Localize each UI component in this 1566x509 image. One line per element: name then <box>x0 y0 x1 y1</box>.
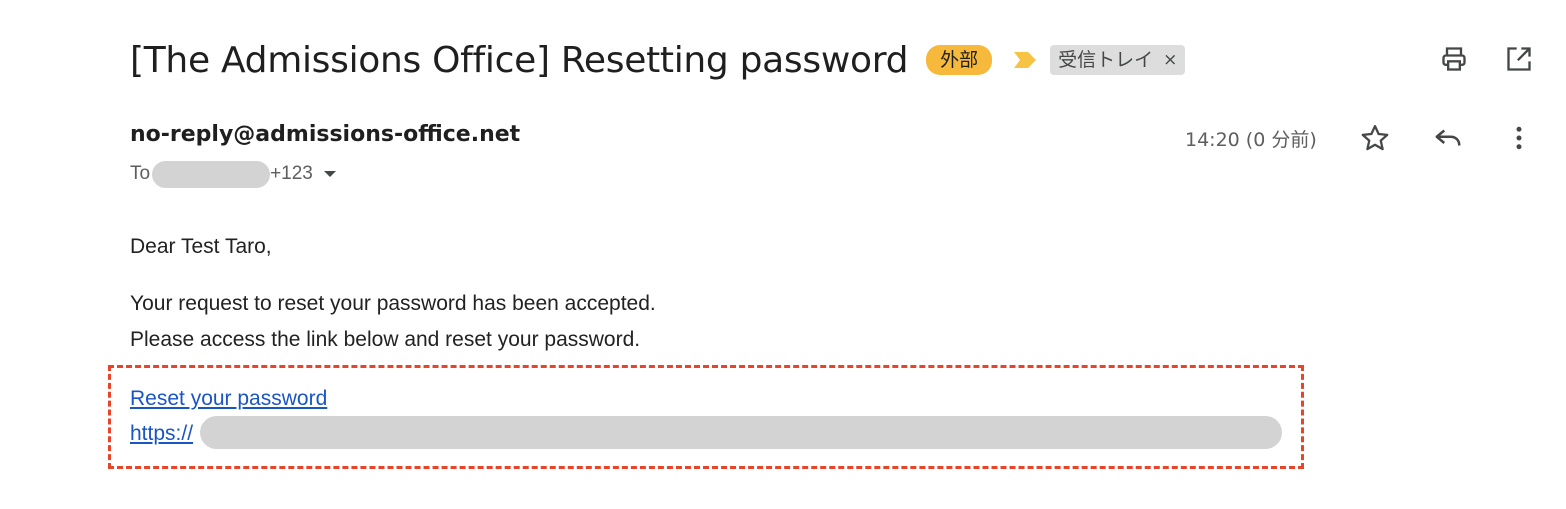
received-time: 14:20 (0 分前) <box>1185 129 1317 151</box>
subject-row: [The Admissions Office] Resetting passwo… <box>130 36 1186 84</box>
importance-marker-icon[interactable] <box>1012 50 1038 70</box>
print-icon <box>1442 47 1466 71</box>
email-greeting: Dear Test Taro, <box>130 235 272 258</box>
email-body-line-1: Your request to reset your password has … <box>130 292 656 315</box>
more-recipients-count: +123 <box>270 163 313 184</box>
star-button[interactable] <box>1359 122 1391 154</box>
external-badge: 外部 <box>926 45 993 75</box>
open-in-new-window-button[interactable] <box>1504 44 1534 74</box>
reset-password-link[interactable]: Reset your password <box>130 387 327 411</box>
star-icon <box>1361 125 1389 151</box>
more-options-button[interactable] <box>1503 122 1535 154</box>
inbox-label-chip: 受信トレイ × <box>1050 45 1186 75</box>
redacted-url <box>200 416 1282 449</box>
email-body-line-2: Please access the link below and reset y… <box>130 328 641 351</box>
more-vert-icon <box>1516 126 1522 150</box>
to-label: To <box>130 163 151 184</box>
print-button[interactable] <box>1439 44 1469 74</box>
email-subject: [The Admissions Office] Resetting passwo… <box>130 39 909 81</box>
recipients-row: To +123 <box>130 160 337 188</box>
reply-icon <box>1435 129 1461 146</box>
remove-label-button[interactable]: × <box>1163 48 1177 72</box>
open-in-new-window-icon <box>1507 47 1531 71</box>
redacted-recipient <box>152 160 271 188</box>
reply-button[interactable] <box>1432 122 1464 154</box>
sender-address: no-reply@admissions-office.net <box>130 122 521 147</box>
chevron-down-icon[interactable] <box>323 169 337 179</box>
inbox-label-text: 受信トレイ <box>1058 49 1154 71</box>
reset-url-link[interactable]: https:// <box>130 422 193 446</box>
